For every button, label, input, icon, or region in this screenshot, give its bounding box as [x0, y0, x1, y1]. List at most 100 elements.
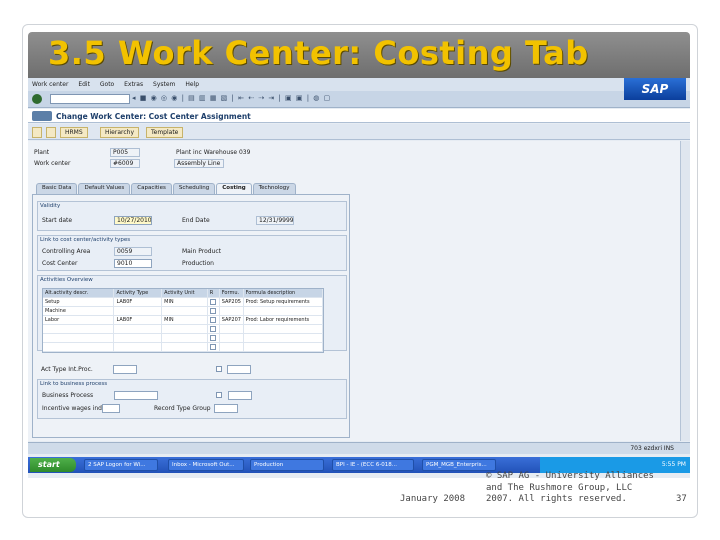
application-toolbar: HRMS Hierarchy Template [28, 124, 690, 140]
table-row[interactable] [43, 334, 323, 343]
tab-capacities[interactable]: Capacities [131, 183, 172, 194]
start-date-field[interactable]: 10/27/2010 [114, 216, 152, 225]
work-center-label: Work center [34, 160, 71, 167]
hrms-button[interactable]: HRMS [60, 127, 88, 138]
table-row[interactable]: Labor LAB0F MIN SAP207 Prod: Labor requi… [43, 316, 323, 325]
table-cell [244, 343, 323, 351]
checkbox[interactable] [209, 335, 216, 341]
table-cell[interactable] [220, 334, 244, 342]
table-cell[interactable] [114, 325, 163, 333]
checkbox[interactable] [209, 326, 216, 332]
table-cell[interactable] [162, 307, 208, 315]
sap-screenshot: Work center Edit Goto Extras System Help… [28, 78, 690, 478]
table-cell[interactable] [114, 343, 163, 351]
table-cell[interactable] [162, 334, 208, 342]
table-cell[interactable]: MIN [162, 298, 208, 306]
table-row[interactable]: Setup LAB0F MIN SAP205 Prod: Setup requi… [43, 298, 323, 307]
work-center-description: Assembly Line [174, 159, 224, 168]
act-type-int-proc-label: Act Type Int.Proc. [41, 366, 93, 373]
table-cell[interactable] [162, 325, 208, 333]
table-cell: Setup [43, 298, 115, 306]
toolbar-icons[interactable]: ◂ ■ ◉ ◎ ◉ | ▤ ▥ ▦ ▧ | ⇤ ⇠ ⇢ ⇥ | ▣ ▣ | ◍ … [132, 94, 331, 102]
cost-center-label: Cost Center [42, 260, 78, 267]
vertical-scrollbar[interactable] [680, 141, 690, 441]
hierarchy-button[interactable]: Hierarchy [100, 127, 140, 138]
checkbox[interactable] [209, 308, 216, 314]
table-cell[interactable] [220, 343, 244, 351]
end-date-field[interactable]: 12/31/9999 [256, 216, 294, 225]
main-content: Plant P005 Plant inc Warehouse 039 Work … [28, 141, 680, 441]
table-cell [43, 325, 115, 333]
table-cell[interactable]: SAP207 [220, 316, 244, 324]
work-center-field[interactable]: #6009 [110, 159, 140, 168]
start-button[interactable]: start [30, 458, 76, 472]
tab-basic-data[interactable]: Basic Data [36, 183, 78, 194]
checkbox-cell[interactable] [208, 325, 220, 333]
incentive-wages-label: Incentive wages ind. [42, 405, 104, 412]
checkbox[interactable] [209, 344, 216, 350]
application-icon [32, 111, 52, 121]
incentive-wages-field[interactable] [102, 404, 120, 413]
tab-costing[interactable]: Costing [216, 183, 252, 194]
table-cell[interactable]: LAB0F [114, 316, 163, 324]
tab-technology[interactable]: Technology [252, 183, 296, 194]
end-date-label: End Date [182, 217, 210, 224]
tab-default-values[interactable]: Default Values [78, 183, 131, 194]
table-row[interactable] [43, 325, 323, 334]
table-row[interactable]: Machine [43, 307, 323, 316]
menu-item-work-center[interactable]: Work center [28, 78, 72, 88]
business-process-checkbox[interactable] [216, 392, 222, 398]
checkbox[interactable] [209, 299, 216, 305]
act-type-second-field[interactable] [227, 365, 251, 374]
table-cell[interactable] [220, 325, 244, 333]
table-cell[interactable] [162, 343, 208, 351]
checkbox[interactable] [209, 317, 216, 323]
table-cell [244, 307, 323, 315]
plant-description: Plant inc Warehouse 039 [176, 149, 251, 156]
menu-item-goto[interactable]: Goto [96, 78, 118, 88]
record-type-group-field[interactable] [214, 404, 238, 413]
menu-item-extras[interactable]: Extras [120, 78, 147, 88]
business-process-field[interactable] [114, 391, 158, 400]
checkbox-cell[interactable] [208, 298, 220, 306]
plant-field[interactable]: P005 [110, 148, 140, 157]
menu-item-edit[interactable]: Edit [74, 78, 94, 88]
screen-title-bar: Change Work Center: Cost Center Assignme… [28, 109, 690, 123]
checkbox-cell[interactable] [208, 307, 220, 315]
act-type-checkbox[interactable] [216, 366, 222, 372]
other-object-button[interactable] [46, 127, 56, 138]
table-cell[interactable]: SAP205 [220, 298, 244, 306]
display-change-button[interactable] [32, 127, 42, 138]
enter-icon[interactable] [32, 94, 42, 104]
menu-item-system[interactable]: System [149, 78, 179, 88]
business-process-label: Business Process [42, 392, 94, 399]
col-formula-description: Formula description [244, 289, 323, 297]
table-cell[interactable]: LAB0F [114, 298, 163, 306]
command-field[interactable] [50, 94, 130, 104]
business-process-second-field[interactable] [228, 391, 252, 400]
taskbar-item-production[interactable]: Production [250, 459, 324, 471]
checkbox-cell[interactable] [208, 334, 220, 342]
controlling-area-field[interactable]: 0059 [114, 247, 152, 256]
cost-center-field[interactable]: 9010 [114, 259, 152, 268]
taskbar-item-outlook[interactable]: Inbox - Microsoft Out... [168, 459, 244, 471]
footer-copyright-line2: and The Rushmore Group, LLC [486, 482, 633, 493]
validity-group: Validity Start date 10/27/2010 End Date … [37, 201, 347, 231]
act-type-int-proc-field[interactable] [113, 365, 137, 374]
business-process-title: Link to business process [40, 381, 108, 387]
template-button[interactable]: Template [146, 127, 184, 138]
tab-scheduling[interactable]: Scheduling [172, 183, 216, 194]
standard-toolbar: ◂ ■ ◉ ◎ ◉ | ▤ ▥ ▦ ▧ | ⇤ ⇠ ⇢ ⇥ | ▣ ▣ | ◍ … [28, 91, 690, 108]
checkbox-cell[interactable] [208, 316, 220, 324]
table-cell[interactable]: MIN [162, 316, 208, 324]
table-cell[interactable] [114, 334, 163, 342]
menu-item-help[interactable]: Help [181, 78, 203, 88]
table-cell[interactable] [114, 307, 163, 315]
taskbar-item-pgm[interactable]: PGM_MGB_Enterpris... [422, 459, 496, 471]
taskbar-item-bpi[interactable]: BPI - IE - (ECC 6-018... [332, 459, 414, 471]
cost-center-title: Link to cost center/activity types [40, 237, 131, 243]
taskbar-item-sap-logon[interactable]: 2 SAP Logon for Wi... [84, 459, 158, 471]
table-cell[interactable] [220, 307, 244, 315]
checkbox-cell[interactable] [208, 343, 220, 351]
table-row[interactable] [43, 343, 323, 352]
